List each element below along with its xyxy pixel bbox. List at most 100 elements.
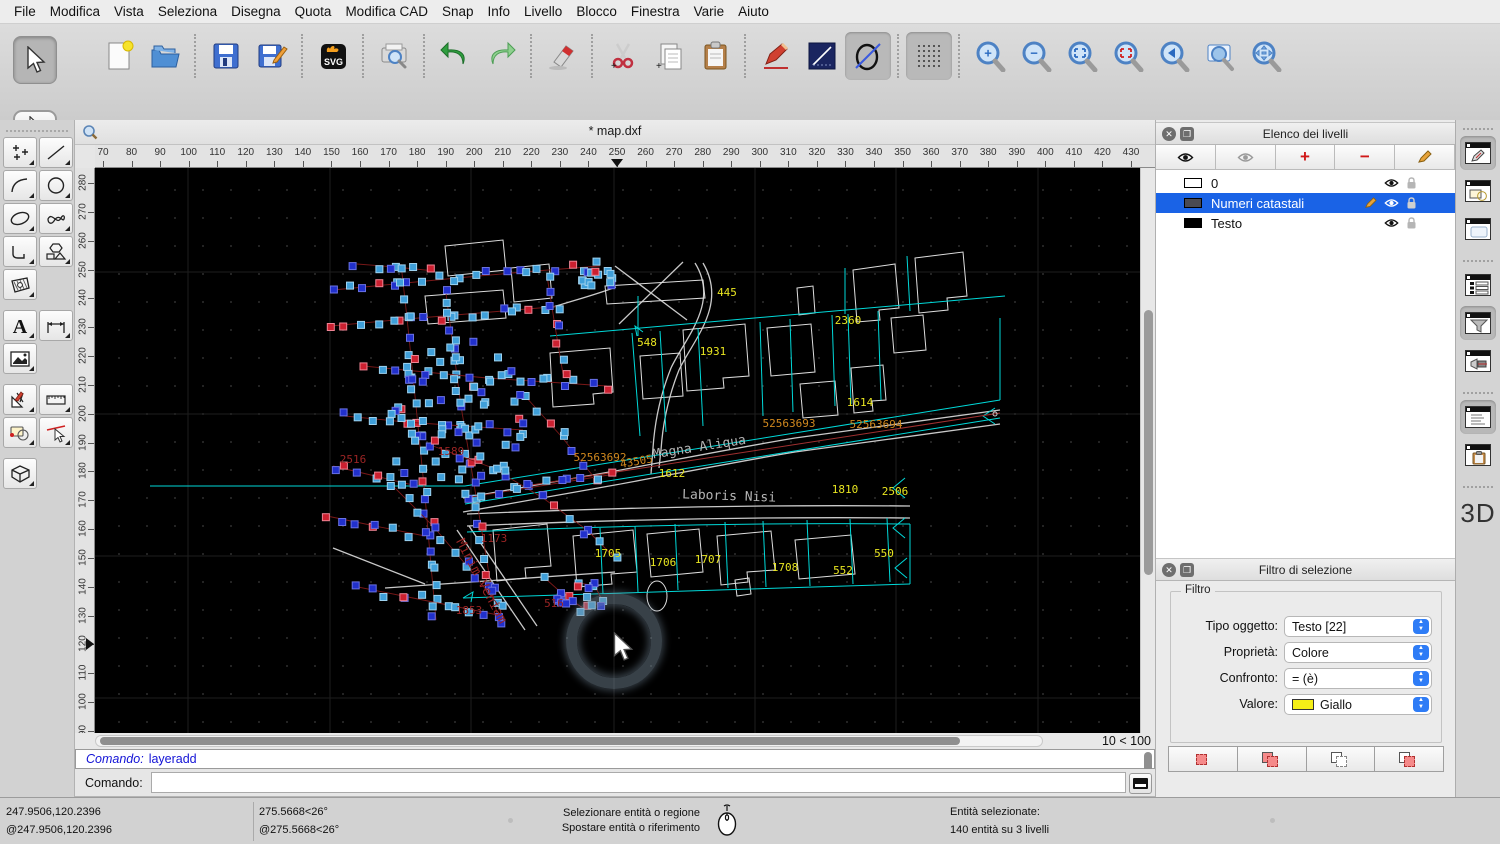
panel-toggle-pen[interactable] — [1460, 136, 1496, 170]
dropdown-stepper[interactable]: ▲▼ — [1413, 697, 1429, 712]
edit-layer-button[interactable] — [1395, 145, 1455, 169]
draw-pencil-button[interactable] — [753, 32, 799, 80]
hscroll-thumb[interactable] — [100, 737, 960, 745]
svg-export-button[interactable]: SVG — [310, 32, 356, 80]
tool-ellipse-button[interactable] — [3, 203, 37, 234]
drawing-titlebar[interactable]: * map.dxf — [75, 120, 1155, 145]
panel-toggle-clipboard[interactable] — [1460, 438, 1496, 472]
menu-varie[interactable]: Varie — [694, 4, 725, 19]
menu-finestra[interactable]: Finestra — [631, 4, 680, 19]
eraser-button[interactable] — [539, 32, 585, 80]
vertical-scrollbar[interactable] — [1140, 168, 1155, 733]
command-console-button[interactable] — [1129, 773, 1152, 794]
layer-color-swatch[interactable] — [1184, 218, 1202, 228]
cut-button[interactable]: + — [600, 32, 646, 80]
save-button[interactable] — [203, 32, 249, 80]
menu-blocco[interactable]: Blocco — [576, 4, 617, 19]
panel-toggle-properties[interactable] — [1460, 212, 1496, 246]
zoom-out-button[interactable]: − — [1013, 32, 1059, 80]
command-history[interactable]: Comando:layeradd — [75, 749, 1155, 769]
panel-toggle-shapes[interactable] — [1460, 174, 1496, 208]
layer-row-0[interactable]: 0 — [1156, 173, 1455, 193]
panel-toggle-render[interactable] — [1460, 344, 1496, 378]
filter-dropdown-2[interactable]: = (è)▲▼ — [1284, 668, 1432, 689]
undo-button[interactable] — [432, 32, 478, 80]
grid-toggle-button[interactable] — [906, 32, 952, 80]
lock-icon[interactable] — [1406, 217, 1417, 230]
eye-icon[interactable] — [1384, 198, 1399, 208]
tool-text-button[interactable]: A — [3, 310, 37, 341]
horizontal-scrollbar[interactable] — [95, 735, 1043, 747]
tool-ruler-button[interactable] — [39, 384, 73, 415]
tool-line-button[interactable] — [39, 137, 73, 168]
menu-livello[interactable]: Livello — [524, 4, 562, 19]
menu-info[interactable]: Info — [488, 4, 511, 19]
zoom-previous-button[interactable] — [1151, 32, 1197, 80]
tool-construction-button[interactable] — [3, 384, 37, 415]
zoom-window-button[interactable] — [1197, 32, 1243, 80]
dropdown-stepper[interactable]: ▲▼ — [1413, 645, 1429, 660]
line-tool-button[interactable] — [799, 32, 845, 80]
layer-color-swatch[interactable] — [1184, 198, 1202, 208]
layer-color-swatch[interactable] — [1184, 178, 1202, 188]
tool-circle-button[interactable] — [39, 170, 73, 201]
circle-slash-button[interactable] — [845, 32, 891, 80]
tool-hatch-button[interactable] — [3, 269, 37, 300]
tool-spline-button[interactable] — [39, 203, 73, 234]
add-layer-button[interactable]: + — [1276, 145, 1336, 169]
zoom-extents-button[interactable] — [1059, 32, 1105, 80]
filter-dropdown-0[interactable]: Testo [22]▲▼ — [1284, 616, 1432, 637]
tool-3d-button[interactable] — [3, 458, 37, 489]
new-button[interactable] — [96, 32, 142, 80]
tool-points-button[interactable] — [3, 137, 37, 168]
select-add-button[interactable] — [1237, 746, 1306, 772]
drawing-canvas[interactable]: 4452360548193116145256369352563694525636… — [95, 168, 1140, 733]
redo-button[interactable] — [478, 32, 524, 80]
menu-snap[interactable]: Snap — [442, 4, 474, 19]
eye-icon[interactable] — [1384, 218, 1399, 228]
tool-polyline-button[interactable] — [3, 236, 37, 267]
command-input[interactable] — [151, 772, 1126, 793]
copy-button[interactable]: + — [646, 32, 692, 80]
lock-icon[interactable] — [1406, 177, 1417, 190]
tool-dimension-button[interactable] — [39, 310, 73, 341]
filter-dropdown-1[interactable]: Colore▲▼ — [1284, 642, 1432, 663]
panel-toggle-command[interactable] — [1460, 400, 1496, 434]
layer-row-testo[interactable]: Testo — [1156, 213, 1455, 233]
tool-polygon-button[interactable] — [39, 236, 73, 267]
dropdown-stepper[interactable]: ▲▼ — [1413, 671, 1429, 686]
panel-toggle-filter[interactable] — [1460, 306, 1496, 340]
print-preview-button[interactable] — [371, 32, 417, 80]
select-new-button[interactable] — [1168, 746, 1237, 772]
tool-arc-button[interactable] — [3, 170, 37, 201]
menu-aiuto[interactable]: Aiuto — [738, 4, 769, 19]
zoom-in-button[interactable]: + — [967, 32, 1013, 80]
tool-image-button[interactable] — [3, 343, 37, 374]
hide-all-layers-button[interactable] — [1216, 145, 1276, 169]
dropdown-stepper[interactable]: ▲▼ — [1413, 619, 1429, 634]
palette-handle[interactable] — [6, 122, 68, 132]
menu-modifica[interactable]: Modifica — [50, 4, 100, 19]
layer-row-numeri-catastali[interactable]: Numeri catastali — [1156, 193, 1455, 213]
menu-disegna[interactable]: Disegna — [231, 4, 281, 19]
panel-toggle-layers[interactable] — [1460, 268, 1496, 302]
menu-quota[interactable]: Quota — [295, 4, 332, 19]
strip-handle[interactable] — [1463, 122, 1493, 130]
pan-button[interactable] — [1243, 32, 1289, 80]
tool-trim-button[interactable] — [39, 417, 73, 448]
open-button[interactable] — [142, 32, 188, 80]
save-as-button[interactable] — [249, 32, 295, 80]
filter-dropdown-3[interactable]: Giallo▲▼ — [1284, 694, 1432, 715]
select-subtract-button[interactable] — [1306, 746, 1375, 772]
zoom-selected-button[interactable] — [1105, 32, 1151, 80]
select-intersect-button[interactable] — [1374, 746, 1444, 772]
menu-vista[interactable]: Vista — [114, 4, 144, 19]
select-tool-button[interactable] — [13, 36, 57, 84]
menu-modifica-cad[interactable]: Modifica CAD — [345, 4, 428, 19]
menu-seleziona[interactable]: Seleziona — [158, 4, 217, 19]
tool-modify-button[interactable] — [3, 417, 37, 448]
lock-icon[interactable] — [1406, 197, 1417, 210]
remove-layer-button[interactable]: − — [1335, 145, 1395, 169]
show-all-layers-button[interactable] — [1156, 145, 1216, 169]
menu-file[interactable]: File — [14, 4, 36, 19]
